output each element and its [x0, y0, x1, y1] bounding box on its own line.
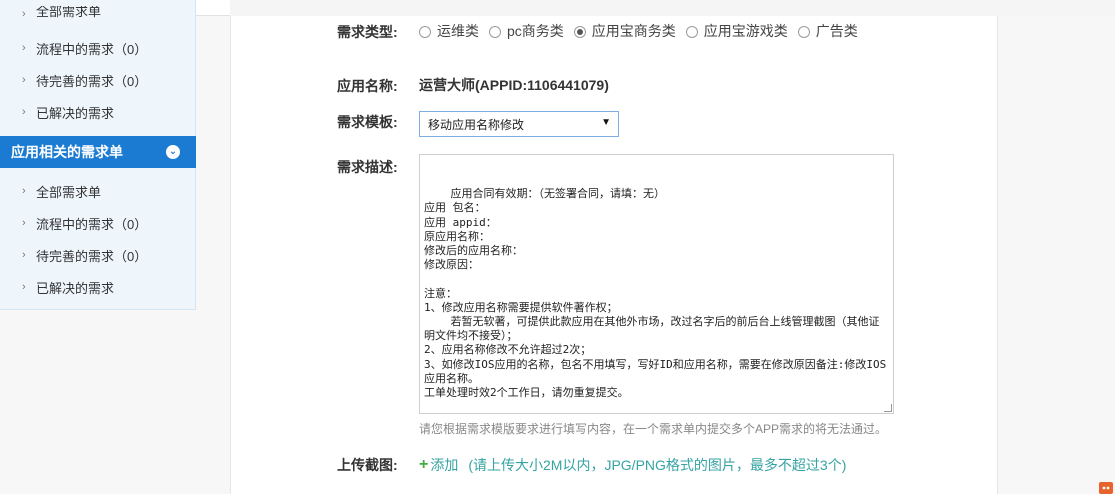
- chevron-right-icon: ›: [22, 74, 26, 86]
- radio-ops[interactable]: 运维类: [419, 23, 479, 40]
- radio-circle[interactable]: [489, 25, 501, 38]
- request-type-label: 需求类型:: [337, 24, 398, 40]
- radio-appstore-game[interactable]: 应用宝游戏类: [685, 23, 788, 40]
- chevron-right-icon: ›: [22, 281, 26, 293]
- app-name-value: 运营大师(APPID:1106441079): [419, 77, 609, 93]
- sidebar-item-in-progress[interactable]: › 流程中的需求（0）: [22, 38, 147, 58]
- feedback-icon[interactable]: [1097, 478, 1115, 494]
- sidebar: › 全部需求单 › 流程中的需求（0） › 待完善的需求（0） › 已解决的需求…: [0, 0, 196, 310]
- radio-circle[interactable]: [419, 25, 431, 38]
- sidebar-item-app-in-progress[interactable]: › 流程中的需求（0）: [22, 213, 147, 233]
- chevron-right-icon: ›: [22, 106, 26, 118]
- sidebar-item-label: 流程中的需求（0）: [36, 41, 148, 57]
- chevron-right-icon: ›: [22, 185, 26, 197]
- template-selected-value: 移动应用名称修改: [428, 117, 525, 132]
- dropdown-arrow-icon[interactable]: ▼: [601, 117, 611, 128]
- radio-circle-selected[interactable]: [573, 25, 586, 38]
- sidebar-item-label: 已解决的需求: [36, 105, 115, 121]
- template-select[interactable]: 移动应用名称修改 ▼: [419, 111, 619, 137]
- radio-label: pc商务类: [507, 23, 564, 39]
- sidebar-item-app-all[interactable]: › 全部需求单: [22, 181, 101, 201]
- sidebar-item-label: 全部需求单: [36, 6, 102, 19]
- chevron-down-icon[interactable]: ⌄: [166, 145, 180, 159]
- chevron-right-icon: ›: [22, 217, 26, 229]
- radio-label: 广告类: [815, 23, 858, 39]
- chevron-right-icon: ›: [22, 8, 26, 20]
- sidebar-item-label: 已解决的需求: [36, 280, 115, 296]
- resize-handle-icon[interactable]: [884, 404, 892, 412]
- sidebar-item-label: 待完善的需求（0）: [36, 73, 148, 89]
- sidebar-item-all[interactable]: › 全部需求单: [22, 6, 101, 20]
- radio-circle[interactable]: [797, 25, 810, 38]
- radio-pc-business[interactable]: pc商务类: [489, 23, 564, 40]
- template-label: 需求模板:: [337, 114, 398, 130]
- radio-label: 应用宝商务类: [591, 23, 676, 39]
- description-label: 需求描述:: [337, 159, 398, 175]
- upload-note: (请上传大小2M以内，JPG/PNG格式的图片，最多不超过3个): [468, 457, 847, 473]
- sidebar-group-title: 应用相关的需求单: [11, 144, 123, 160]
- upload-row: + 添加 (请上传大小2M以内，JPG/PNG格式的图片，最多不超过3个): [419, 455, 846, 475]
- upload-add-link[interactable]: 添加: [430, 455, 458, 475]
- request-form-panel: 需求类型: 运维类 pc商务类 应用宝商务类 应用宝游戏类 广告类 应用名称: …: [230, 16, 998, 494]
- sidebar-item-label: 全部需求单: [36, 184, 102, 200]
- sidebar-item-to-improve[interactable]: › 待完善的需求（0）: [22, 70, 147, 90]
- description-text: 应用合同有效期：（无签署合同，请填：无） 应用 包名： 应用 appid： 原应…: [424, 187, 887, 400]
- sidebar-item-app-to-improve[interactable]: › 待完善的需求（0）: [22, 245, 147, 265]
- radio-appstore-business[interactable]: 应用宝商务类: [573, 23, 676, 40]
- description-textarea[interactable]: 应用合同有效期：（无签署合同，请填：无） 应用 包名： 应用 appid： 原应…: [419, 154, 894, 414]
- sidebar-item-resolved[interactable]: › 已解决的需求: [22, 102, 114, 122]
- radio-circle[interactable]: [685, 25, 698, 38]
- radio-label: 运维类: [437, 23, 479, 39]
- plus-icon[interactable]: +: [419, 456, 428, 474]
- upload-label: 上传截图:: [337, 457, 398, 473]
- chevron-right-icon: ›: [22, 42, 26, 54]
- app-name-label: 应用名称:: [337, 78, 398, 94]
- sidebar-item-label: 待完善的需求（0）: [36, 248, 148, 264]
- chevron-right-icon: ›: [22, 249, 26, 261]
- sidebar-item-label: 流程中的需求（0）: [36, 216, 148, 232]
- sidebar-item-app-resolved[interactable]: › 已解决的需求: [22, 277, 114, 297]
- radio-ads[interactable]: 广告类: [797, 23, 858, 40]
- top-bar-inner: [230, 0, 1115, 16]
- sidebar-group-app-requests[interactable]: 应用相关的需求单 ⌄: [0, 136, 196, 168]
- radio-label: 应用宝游戏类: [703, 23, 788, 39]
- request-type-radio-group: 运维类 pc商务类 应用宝商务类 应用宝游戏类 广告类: [419, 23, 889, 42]
- description-hint: 请您根据需求模版要求进行填写内容，在一个需求单内提交多个APP需求的将无法通过。: [419, 422, 888, 436]
